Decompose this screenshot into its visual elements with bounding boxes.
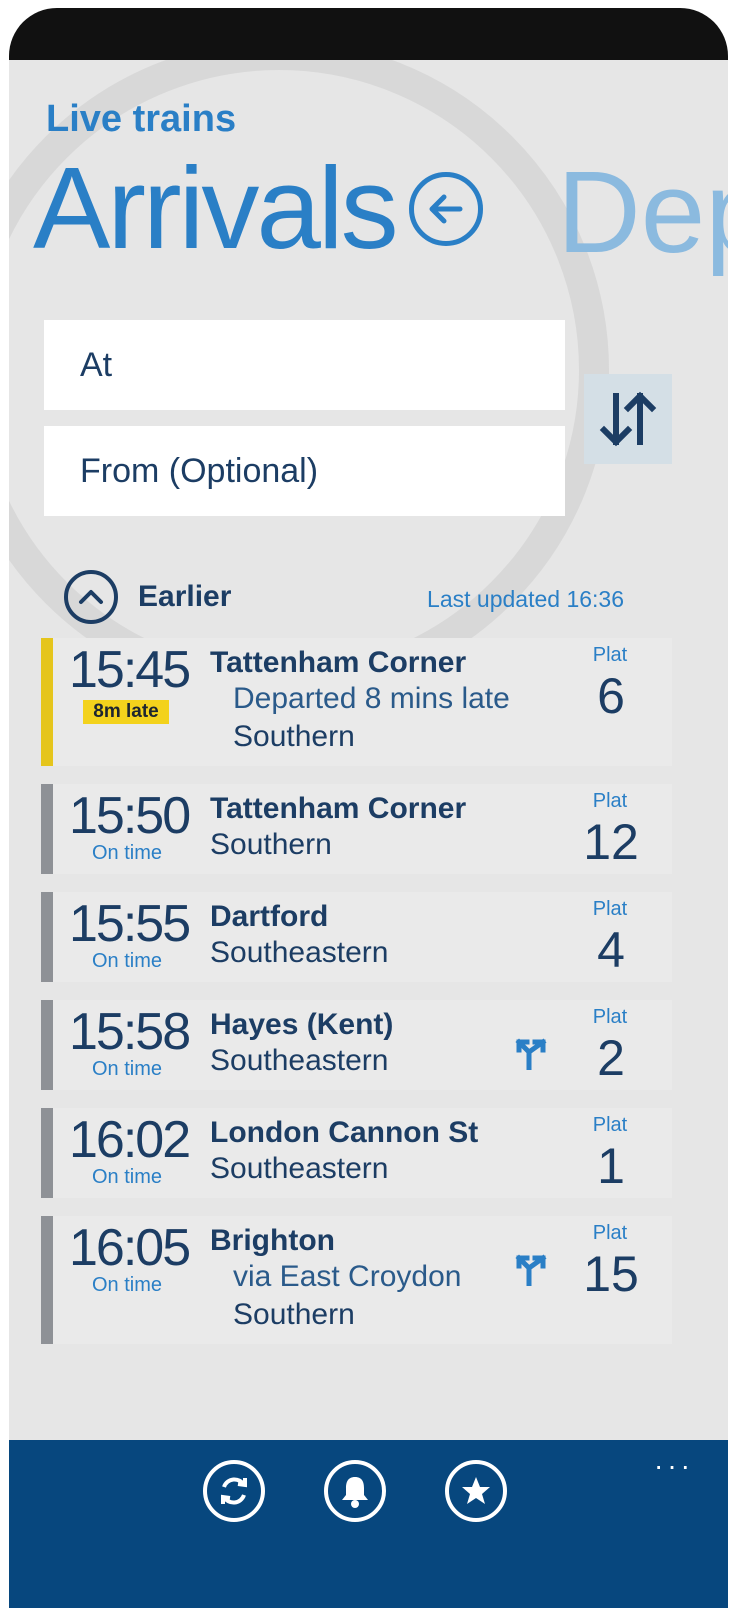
train-status: On time [91,1274,163,1296]
train-operator: Southeastern [210,1152,389,1185]
refresh-icon [221,1477,247,1505]
status-indicator-bar [41,1216,53,1344]
back-arrow-button[interactable] [409,172,483,246]
chevron-up-icon [64,570,118,624]
pivot-departures[interactable]: Dep [557,142,728,282]
train-destination: Brighton [210,1224,335,1257]
train-operator: Southern [210,828,332,861]
refresh-button[interactable] [203,1460,265,1522]
at-station-field[interactable]: At [44,320,565,410]
train-status: On time [91,1058,163,1080]
swap-arrows-icon [599,391,657,447]
train-time: 15:58 [69,1003,191,1061]
earlier-label: Earlier [138,580,232,613]
earlier-toggle[interactable]: Earlier Last updated 16:36 [64,570,624,626]
platform-number: 2 [597,1030,625,1086]
train-time: 15:50 [69,787,191,845]
train-destination: Tattenham Corner [210,646,467,679]
status-bar [9,8,728,60]
train-subtitle: Departed 8 mins late [233,682,510,715]
train-row[interactable]: 15:55 On time Dartford Southeastern Plat… [41,892,672,982]
delay-indicator-bar [41,638,53,766]
platform-number: 1 [597,1138,625,1194]
train-time: 15:45 [69,641,191,699]
train-destination: Hayes (Kent) [210,1008,394,1041]
train-status: On time [91,842,163,864]
platform-label: Plat [592,1006,628,1028]
star-icon [462,1477,490,1504]
phone-frame: Live trains Arrivals Dep At From (Option… [9,8,728,1608]
train-operator: Southern [233,720,355,753]
train-splits-icon [515,1252,551,1291]
train-destination: Tattenham Corner [210,792,467,825]
platform-number: 4 [597,922,625,978]
platform-number: 6 [597,668,625,724]
train-row[interactable]: 16:05 On time Brighton via East Croydon … [41,1216,672,1344]
platform-label: Plat [592,790,628,812]
alerts-button[interactable] [324,1460,386,1522]
train-status: On time [91,950,163,972]
late-badge: 8m late [83,700,169,724]
train-splits-icon [515,1036,551,1075]
train-row[interactable]: 15:45 8m late Tattenham Corner Departed … [41,638,672,766]
platform-number: 15 [583,1246,639,1302]
train-row[interactable]: 16:02 On time London Cannon St Southeast… [41,1108,672,1198]
status-indicator-bar [41,784,53,874]
from-station-field[interactable]: From (Optional) [44,426,565,516]
pivot-arrivals[interactable]: Arrivals [33,138,399,278]
train-destination: Dartford [210,900,329,933]
platform-label: Plat [592,898,628,920]
more-options-button[interactable]: ··· [654,1450,694,1482]
platform-label: Plat [592,644,628,666]
bell-icon [342,1477,368,1508]
status-indicator-bar [41,892,53,982]
platform-number: 12 [583,814,639,870]
last-updated-text: Last updated 16:36 [427,586,624,612]
train-operator: Southeastern [210,936,389,969]
train-operator: Southeastern [210,1044,389,1077]
train-row[interactable]: 15:58 On time Hayes (Kent) Southeastern … [41,1000,672,1090]
train-time: 16:05 [69,1219,191,1277]
app-title: Live trains [46,98,237,140]
favourite-button[interactable] [445,1460,507,1522]
swap-stations-button[interactable] [584,374,672,464]
train-time: 16:02 [69,1111,191,1169]
arrivals-list: 15:45 8m late Tattenham Corner Departed … [41,638,672,1362]
arrow-left-icon [429,194,463,224]
train-status: On time [91,1166,163,1188]
train-subtitle: via East Croydon [233,1260,462,1293]
train-time: 15:55 [69,895,191,953]
app-screen: Live trains Arrivals Dep At From (Option… [9,60,728,1492]
status-indicator-bar [41,1000,53,1090]
platform-label: Plat [592,1114,628,1136]
train-operator: Southern [233,1298,355,1331]
platform-label: Plat [592,1222,628,1244]
train-destination: London Cannon St [210,1116,479,1149]
app-bar: ··· [9,1440,728,1608]
train-row[interactable]: 15:50 On time Tattenham Corner Southern … [41,784,672,874]
status-indicator-bar [41,1108,53,1198]
